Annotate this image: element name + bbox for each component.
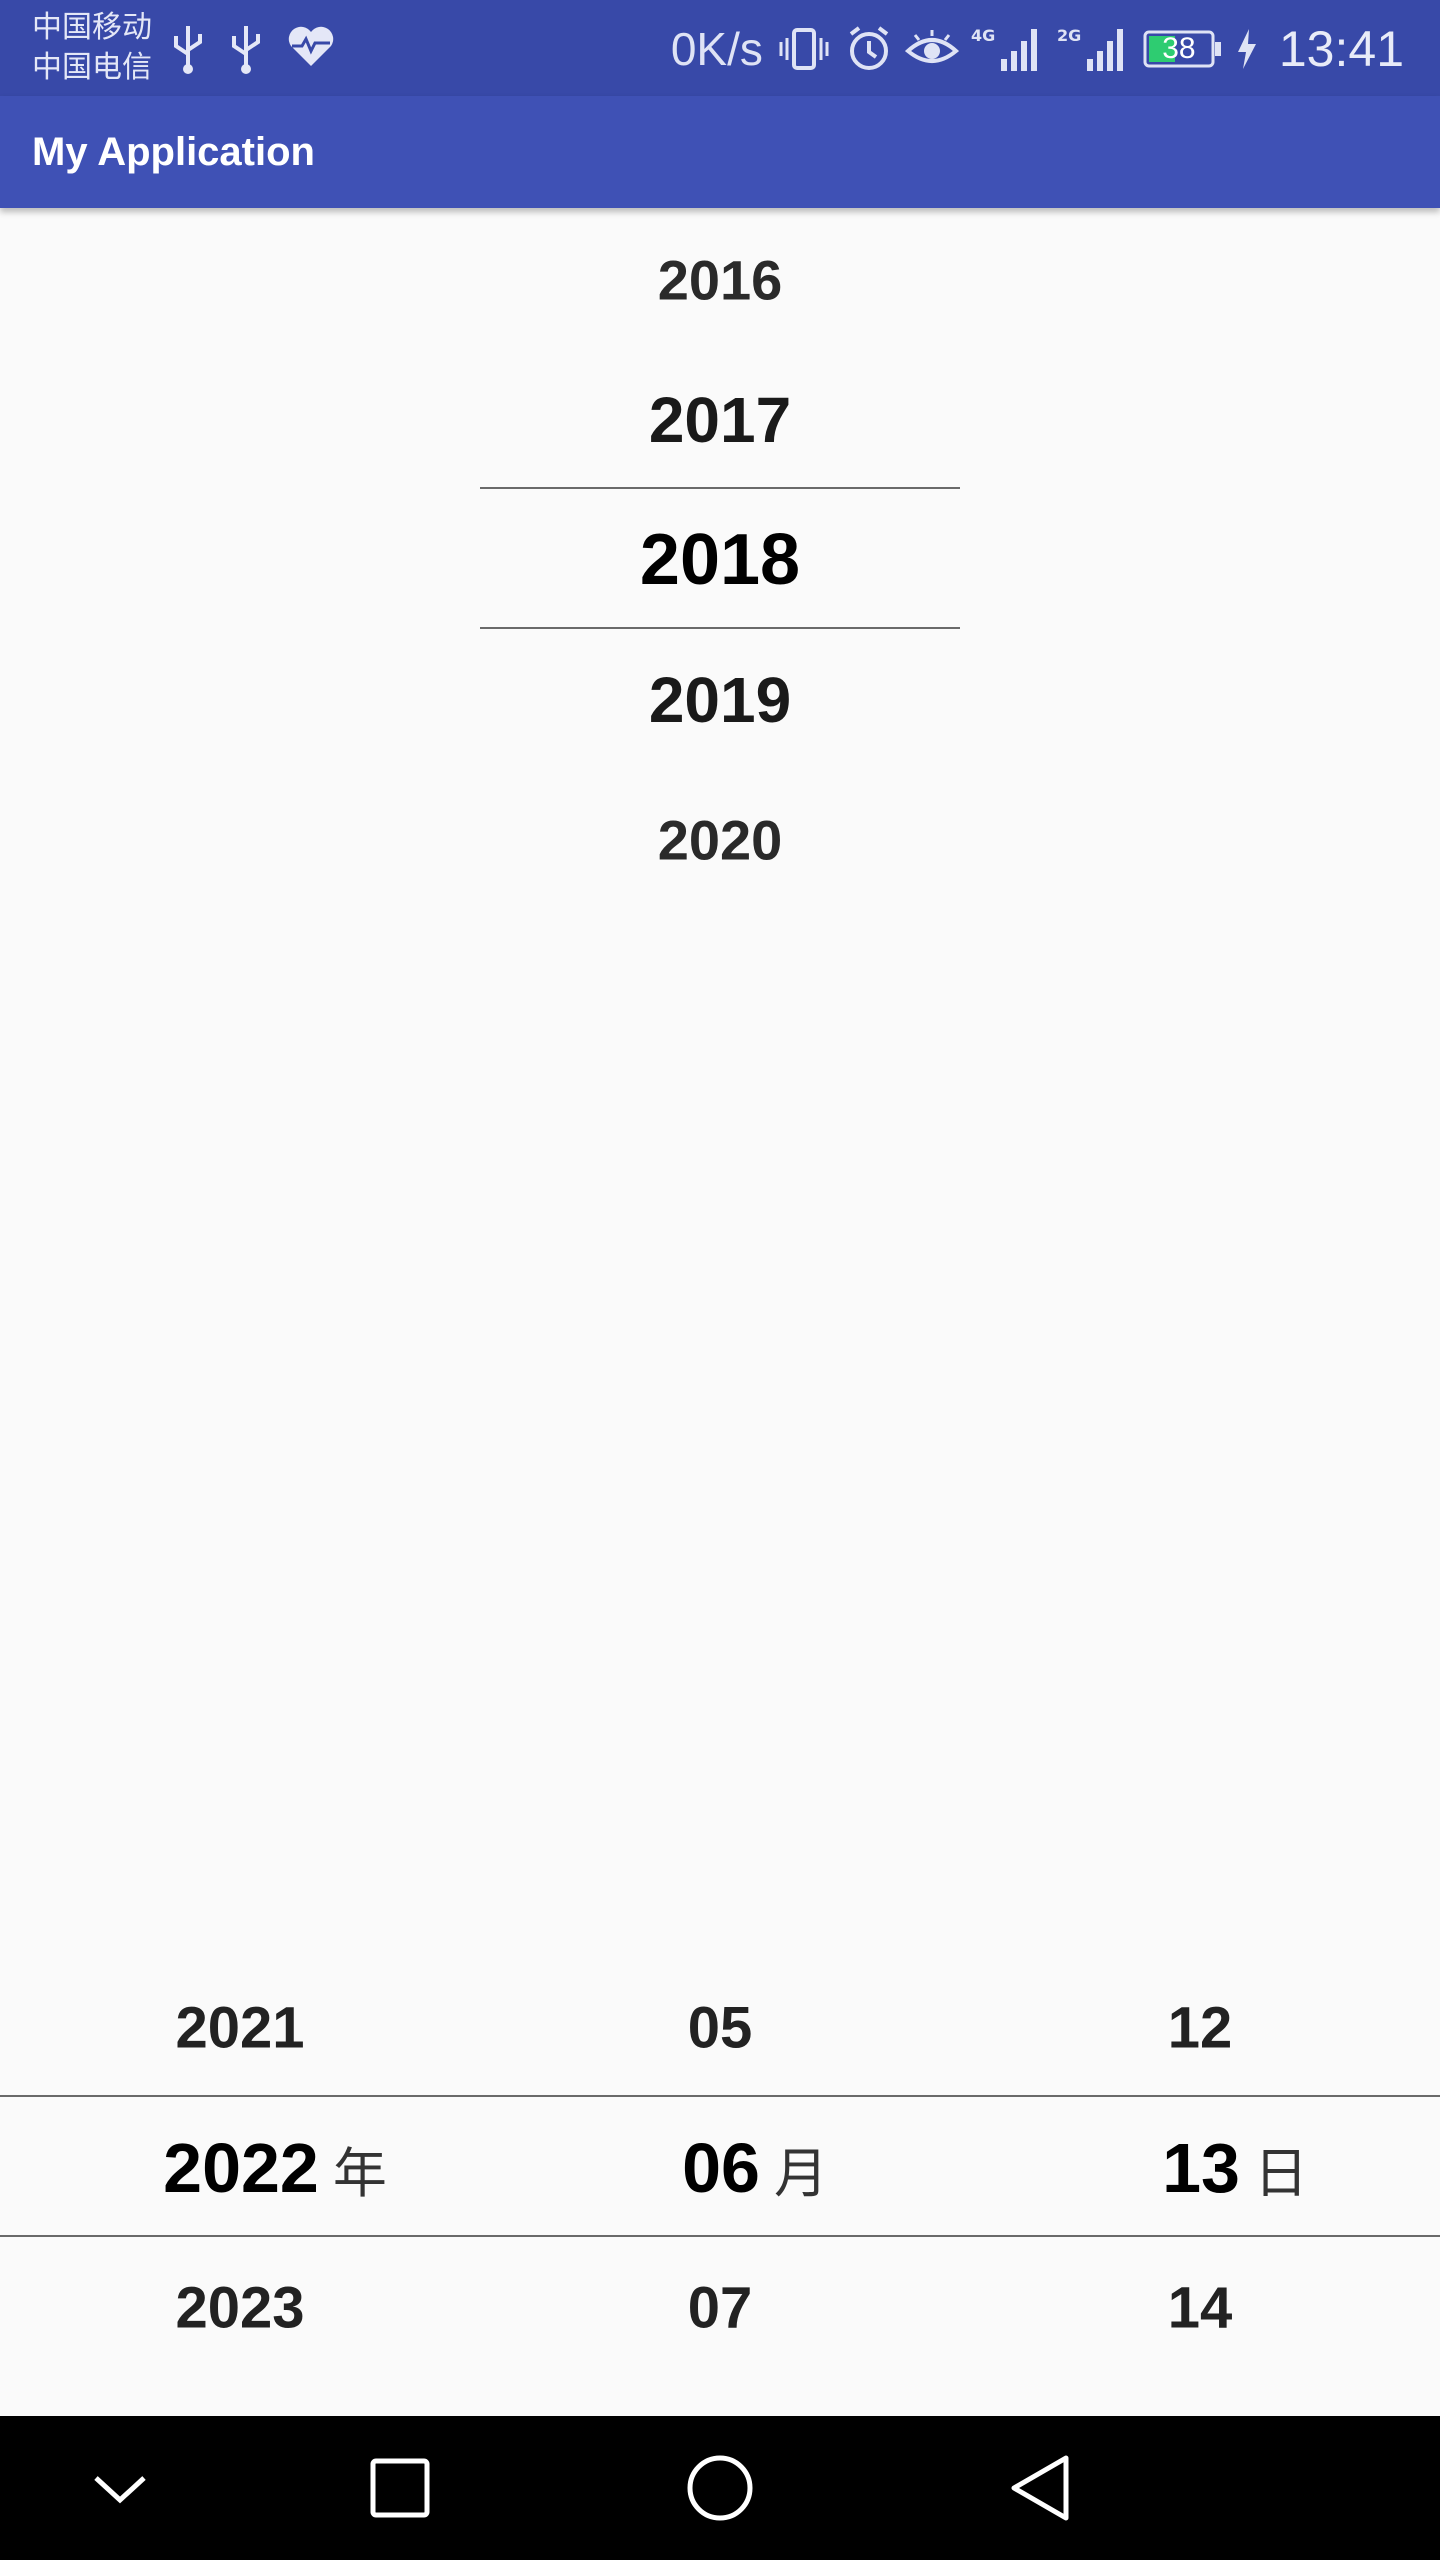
- year-unit-label: 年: [332, 2144, 387, 2204]
- month-column-item[interactable]: 07: [688, 2275, 753, 2342]
- year-wheel-item[interactable]: 2016: [658, 248, 783, 313]
- day-selected-value: 13: [1162, 2129, 1240, 2207]
- back-triangle-icon[interactable]: [1002, 2450, 1078, 2526]
- vibrate-icon: [775, 24, 833, 74]
- battery-level: 38: [1162, 32, 1196, 65]
- usb-icon: [170, 22, 206, 74]
- month-unit-label: 月: [773, 2144, 828, 2204]
- carrier-info: 中国移动 中国电信: [32, 8, 152, 88]
- date-picker-divider-top: [0, 2095, 1440, 2097]
- chevron-down-icon[interactable]: [82, 2450, 158, 2526]
- status-bar: 中国移动 中国电信 0K/s 4G 2G 38 13:41: [0, 0, 1440, 96]
- carrier-2: 中国电信: [32, 51, 152, 84]
- day-column-item[interactable]: 12: [1168, 1995, 1233, 2062]
- day-unit-label: 日: [1253, 2144, 1308, 2204]
- recents-square-icon[interactable]: [362, 2450, 438, 2526]
- svg-text:4G: 4G: [971, 26, 995, 45]
- month-column-item[interactable]: 05: [688, 1995, 753, 2062]
- heart-pulse-icon: [286, 22, 336, 74]
- alarm-icon: [845, 24, 893, 74]
- year-wheel-divider-top: [480, 487, 960, 489]
- carrier-1: 中国移动: [32, 11, 152, 44]
- app-bar: My Application: [0, 96, 1440, 208]
- day-column-item[interactable]: 14: [1168, 2275, 1233, 2342]
- year-column-selected[interactable]: 2022 年: [163, 2128, 387, 2208]
- month-selected-value: 06: [682, 2129, 760, 2207]
- year-column-item[interactable]: 2021: [175, 1995, 304, 2062]
- year-wheel-item[interactable]: 2019: [649, 663, 791, 737]
- year-column-item[interactable]: 2023: [175, 2275, 304, 2342]
- year-wheel-item[interactable]: 2020: [658, 808, 783, 873]
- month-column-selected[interactable]: 06 月: [682, 2128, 828, 2208]
- date-picker-divider-bottom: [0, 2235, 1440, 2237]
- year-wheel-item[interactable]: 2017: [649, 383, 791, 457]
- year-wheel-item-selected[interactable]: 2018: [640, 519, 800, 601]
- signal-4g-icon: 4G: [971, 23, 1045, 75]
- charging-icon: [1235, 27, 1259, 71]
- usb-icon: [228, 22, 264, 74]
- navigation-bar: [0, 2416, 1440, 2560]
- year-wheel-divider-bottom: [480, 627, 960, 629]
- battery-icon: 38: [1143, 29, 1223, 69]
- home-circle-icon[interactable]: [682, 2450, 758, 2526]
- svg-text:2G: 2G: [1057, 26, 1081, 45]
- year-selected-value: 2022: [163, 2129, 319, 2207]
- signal-2g-icon: 2G: [1057, 23, 1131, 75]
- day-column-selected[interactable]: 13 日: [1162, 2128, 1308, 2208]
- status-time: 13:41: [1278, 21, 1404, 77]
- app-title: My Application: [32, 130, 315, 174]
- eye-icon: [904, 27, 959, 71]
- net-speed: 0K/s: [670, 23, 763, 75]
